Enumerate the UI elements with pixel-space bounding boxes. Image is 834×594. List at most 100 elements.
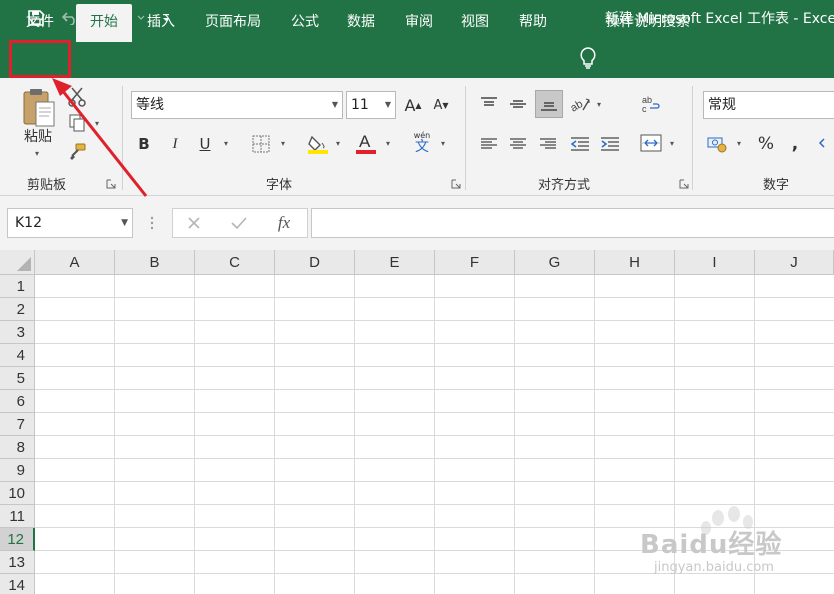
clipboard-launcher-icon[interactable] xyxy=(106,178,116,189)
increase-font-size-icon[interactable]: A ▲ xyxy=(402,94,424,116)
svg-text:c: c xyxy=(642,104,647,113)
ribbon-tabs xyxy=(0,36,834,78)
percent-style-icon[interactable]: % xyxy=(755,133,777,155)
row-header[interactable]: 13 xyxy=(0,551,35,574)
column-header[interactable]: C xyxy=(195,250,275,275)
underline-icon[interactable]: U xyxy=(195,133,215,155)
fill-color-dropdown-icon[interactable]: ▾ xyxy=(336,139,340,148)
watermark-url: jingyan.baidu.com xyxy=(654,560,774,575)
number-format-combo[interactable]: 常规 xyxy=(703,91,834,119)
tab-help[interactable]: 帮助 xyxy=(507,4,559,42)
name-box[interactable]: K12 ▼ xyxy=(7,208,133,238)
tab-page-layout[interactable]: 页面布局 xyxy=(194,4,272,42)
grid-row-line xyxy=(35,320,834,321)
row-header[interactable]: 2 xyxy=(0,298,35,321)
accounting-format-icon[interactable] xyxy=(706,133,730,155)
underline-dropdown-icon[interactable]: ▾ xyxy=(224,139,228,148)
row-header[interactable]: 4 xyxy=(0,344,35,367)
borders-dropdown-icon[interactable]: ▾ xyxy=(281,139,285,148)
tab-formulas[interactable]: 公式 xyxy=(280,4,330,42)
merge-center-icon[interactable] xyxy=(638,131,664,155)
cancel-icon[interactable] xyxy=(183,212,205,234)
font-launcher-icon[interactable] xyxy=(451,178,461,189)
font-name-combo[interactable]: 等线 ▼ xyxy=(131,91,343,119)
copy-dropdown-icon[interactable]: ▾ xyxy=(95,119,99,128)
tab-data[interactable]: 数据 xyxy=(336,4,386,42)
format-painter-icon[interactable] xyxy=(66,141,88,163)
font-color-dropdown-icon[interactable]: ▾ xyxy=(386,139,390,148)
column-header[interactable]: J xyxy=(755,250,834,275)
phonetic-guide-icon[interactable]: wén 文 xyxy=(410,130,434,156)
font-color-icon[interactable]: A xyxy=(354,130,378,156)
borders-icon[interactable] xyxy=(250,133,272,155)
row-header[interactable]: 3 xyxy=(0,321,35,344)
row-header[interactable]: 10 xyxy=(0,482,35,505)
top-align-icon[interactable] xyxy=(478,92,500,116)
column-header[interactable]: H xyxy=(595,250,675,275)
accounting-dropdown-icon[interactable]: ▾ xyxy=(737,139,741,148)
orientation-icon[interactable]: ab xyxy=(567,92,593,116)
bold-icon[interactable]: B xyxy=(134,133,154,155)
column-header[interactable]: D xyxy=(275,250,355,275)
decrease-indent-icon[interactable] xyxy=(568,133,592,155)
tab-view[interactable]: 视图 xyxy=(450,4,500,42)
fill-color-icon[interactable] xyxy=(306,132,330,156)
copy-icon[interactable] xyxy=(66,113,88,133)
chevron-down-icon[interactable]: ▼ xyxy=(332,92,338,118)
align-left-icon[interactable] xyxy=(478,133,500,155)
lightbulb-icon xyxy=(578,46,598,74)
row-header[interactable]: 12 xyxy=(0,528,35,551)
column-header[interactable]: A xyxy=(35,250,115,275)
increase-indent-icon[interactable] xyxy=(598,133,622,155)
tab-review[interactable]: 审阅 xyxy=(394,4,444,42)
tab-file[interactable]: 文件 xyxy=(12,4,68,42)
column-header[interactable]: I xyxy=(675,250,755,275)
column-header[interactable]: B xyxy=(115,250,195,275)
cut-icon[interactable] xyxy=(66,86,88,108)
font-size-combo[interactable]: 11 ▼ xyxy=(346,91,396,119)
row-header[interactable]: 11 xyxy=(0,505,35,528)
tell-me-search[interactable]: 操作说明搜索 xyxy=(606,4,710,42)
enter-check-icon[interactable] xyxy=(228,212,250,234)
comma-style-icon[interactable]: , xyxy=(786,133,804,155)
row-header[interactable]: 6 xyxy=(0,390,35,413)
insert-function-icon[interactable]: fx xyxy=(270,211,298,235)
column-header[interactable]: F xyxy=(435,250,515,275)
paste-dropdown-icon[interactable]: ▾ xyxy=(35,149,39,158)
row-header[interactable]: 7 xyxy=(0,413,35,436)
tab-home[interactable]: 开始 xyxy=(76,4,132,42)
row-header[interactable]: 9 xyxy=(0,459,35,482)
paste-icon[interactable] xyxy=(20,86,58,130)
italic-icon[interactable]: I xyxy=(165,133,185,155)
bottom-align-icon[interactable] xyxy=(535,90,563,118)
grid-row-line xyxy=(35,481,834,482)
column-header[interactable]: E xyxy=(355,250,435,275)
grid-row-line xyxy=(35,343,834,344)
paste-label[interactable]: 粘贴 xyxy=(20,127,56,145)
formula-input[interactable] xyxy=(311,208,834,238)
group-separator xyxy=(465,86,466,190)
wrap-text-icon[interactable]: ab c xyxy=(640,92,662,116)
grid-row-line xyxy=(35,412,834,413)
chevron-down-icon[interactable]: ▼ xyxy=(385,92,391,118)
grid-row-line xyxy=(35,297,834,298)
align-right-icon[interactable] xyxy=(537,133,559,155)
select-all-corner[interactable] xyxy=(0,250,35,275)
alignment-launcher-icon[interactable] xyxy=(679,178,689,189)
increase-decimal-icon[interactable] xyxy=(818,133,834,155)
grip-dots-icon[interactable] xyxy=(146,214,158,232)
chevron-down-icon[interactable]: ▼ xyxy=(121,209,128,237)
align-center-icon[interactable] xyxy=(507,133,529,155)
alignment-group-label: 对齐方式 xyxy=(538,178,591,193)
row-header[interactable]: 8 xyxy=(0,436,35,459)
merge-dropdown-icon[interactable]: ▾ xyxy=(670,139,674,148)
column-header[interactable]: G xyxy=(515,250,595,275)
tab-insert[interactable]: 插入 xyxy=(134,4,188,42)
decrease-font-size-icon[interactable]: A ▼ xyxy=(430,94,452,116)
middle-align-icon[interactable] xyxy=(507,92,529,116)
phonetic-dropdown-icon[interactable]: ▾ xyxy=(441,139,445,148)
row-header[interactable]: 5 xyxy=(0,367,35,390)
row-header[interactable]: 14 xyxy=(0,574,35,594)
orientation-dropdown-icon[interactable]: ▾ xyxy=(597,100,601,109)
row-header[interactable]: 1 xyxy=(0,275,35,298)
